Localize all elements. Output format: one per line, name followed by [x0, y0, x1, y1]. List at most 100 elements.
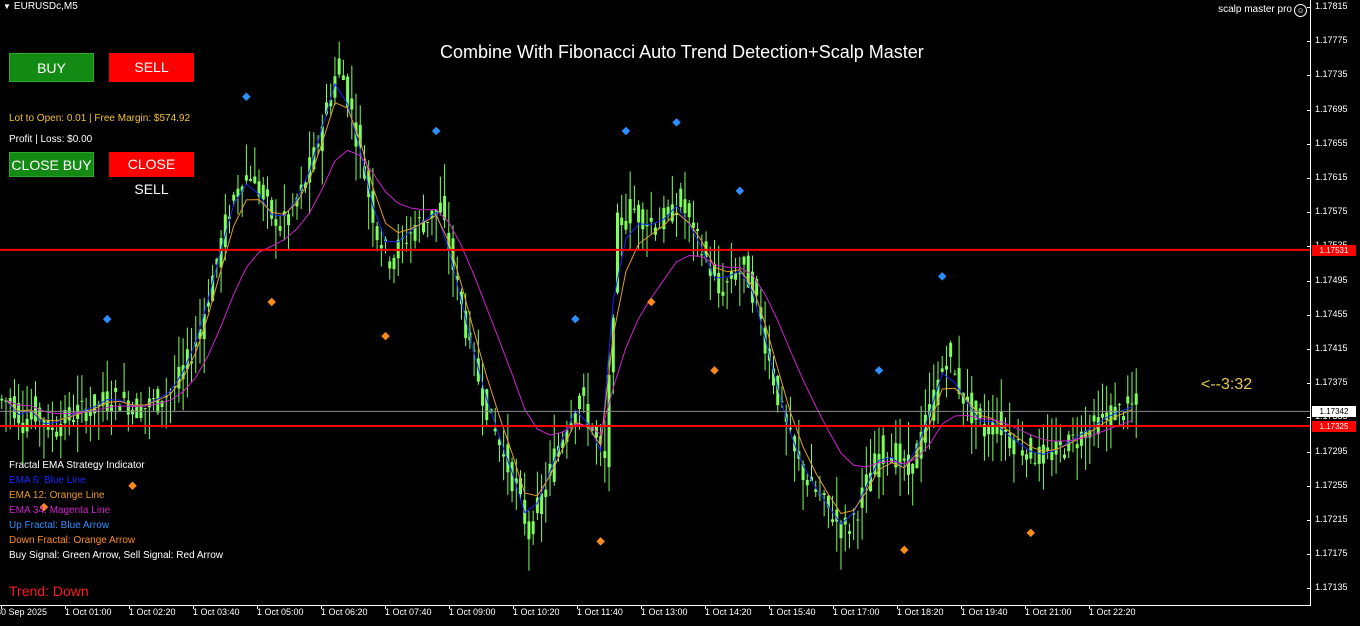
- candle-body: [80, 400, 84, 402]
- candle-body: [628, 199, 632, 224]
- candle-body: [877, 453, 881, 478]
- candle-body: [578, 395, 582, 409]
- time-tick-label: 1 Oct 02:20: [129, 607, 176, 617]
- price-tick-label: 1.17615: [1315, 172, 1348, 182]
- price-tick: [1307, 7, 1311, 8]
- dropdown-triangle-icon[interactable]: ▼: [3, 2, 11, 11]
- candle-body: [822, 493, 826, 495]
- price-tick-label: 1.17375: [1315, 377, 1348, 388]
- time-tick-label: 30 Sep 2025: [0, 607, 48, 617]
- candle-body: [683, 199, 687, 213]
- candle-body: [734, 273, 738, 280]
- candle-body: [582, 387, 586, 396]
- candle-body: [1092, 415, 1096, 422]
- candle-body: [21, 422, 25, 434]
- time-axis[interactable]: 30 Sep 2025 1 Oct 01:00 1 Oct 02:20 1 Oct 0…: [0, 605, 1311, 626]
- candle-body: [244, 175, 248, 181]
- lot-info: Lot to Open: 0.01 | Free Margin: $574.92: [9, 113, 191, 124]
- price-tick: [1307, 314, 1311, 316]
- symbol-text: EURUSDc,M5: [13, 1, 78, 12]
- down-fractal-marker: [596, 537, 605, 546]
- candle-body: [742, 256, 746, 265]
- smiley-icon: ☺: [1294, 4, 1307, 17]
- up-fractal-marker: [102, 314, 112, 324]
- time-tick-label: 1 Oct 22:20: [1089, 607, 1136, 617]
- candle-body: [143, 407, 147, 409]
- candle-body: [544, 489, 548, 498]
- price-tick-label: 1.17255: [1315, 479, 1348, 490]
- candle-body: [379, 244, 383, 249]
- buy-button[interactable]: BUY: [9, 53, 94, 82]
- close-buy-button[interactable]: CLOSE BUY: [9, 152, 94, 177]
- time-tick-label: 1 Oct 21:00: [1025, 607, 1072, 617]
- price-tick: [1307, 417, 1311, 419]
- candle-body: [649, 217, 653, 222]
- candle-body: [687, 203, 691, 218]
- candle-body: [721, 291, 725, 296]
- price-axis[interactable]: 1.17815 1.17775 1.17735 1.17695 1.17655 1.176…: [1307, 0, 1360, 605]
- price-tick: [1307, 451, 1311, 453]
- time-tick-label: 1 Oct 19:40: [961, 607, 1008, 617]
- time-tick-label: 1 Oct 13:00: [641, 607, 688, 617]
- candle-body: [105, 391, 109, 412]
- candle-body: [0, 398, 4, 401]
- candle-body: [1075, 444, 1079, 449]
- legend-down-fractal: Down Fractal: Orange Arrow: [9, 535, 136, 546]
- candle-body: [987, 426, 991, 435]
- down-fractal-marker: [710, 366, 719, 375]
- candle-body: [118, 405, 122, 411]
- price-tick: [1307, 41, 1311, 43]
- candle-body: [76, 404, 80, 420]
- time-tick-label: 1 Oct 18:20: [897, 607, 944, 617]
- up-fractal-marker: [621, 126, 631, 136]
- price-tick-label: 1.17455: [1315, 308, 1348, 319]
- candle-body: [261, 184, 265, 200]
- price-tick: [1307, 246, 1311, 248]
- price-tick: [1307, 520, 1311, 521]
- down-fractal-marker: [267, 297, 276, 307]
- time-tick-label: 1 Oct 14:20: [705, 607, 752, 617]
- profit-info: Profit | Loss: $0.00: [9, 134, 93, 145]
- candle-body: [991, 421, 995, 435]
- candle-body: [1025, 454, 1029, 460]
- candle-body: [114, 387, 118, 392]
- candle-body: [632, 208, 636, 210]
- candle-body: [1050, 452, 1054, 461]
- bid-price-label: 1.17342: [1312, 406, 1356, 418]
- price-tick-label: 1.17695: [1315, 103, 1348, 114]
- candle-body: [274, 219, 278, 226]
- time-tick-label: 1 Oct 09:00: [449, 607, 496, 617]
- legend-ema12: EMA 12: Orange Line: [9, 490, 105, 501]
- candle-body: [249, 179, 253, 181]
- candle-body: [839, 523, 843, 539]
- up-fractal-marker: [431, 126, 441, 136]
- candle-body: [717, 272, 721, 294]
- candle-body: [1029, 438, 1033, 459]
- level-price-label: 1.17531: [1312, 244, 1356, 256]
- close-sell-button[interactable]: CLOSE SELL: [109, 152, 194, 197]
- candle-body: [624, 221, 628, 230]
- candle-body: [1122, 416, 1126, 421]
- price-tick: [1307, 485, 1311, 487]
- candle-body: [898, 443, 902, 465]
- candle-body: [531, 521, 535, 535]
- time-tick-label: 1 Oct 07:40: [385, 607, 432, 617]
- candle-body: [1117, 404, 1121, 406]
- candle-body: [63, 409, 67, 424]
- time-tick-label: 1 Oct 05:00: [257, 607, 304, 617]
- candle-body: [135, 398, 139, 419]
- time-tick-label: 1 Oct 10:20: [513, 607, 560, 617]
- candle-body: [949, 342, 953, 357]
- candle-body: [232, 194, 236, 201]
- sell-button[interactable]: SELL: [109, 53, 194, 82]
- down-fractal-marker: [646, 297, 656, 307]
- candle-body: [55, 431, 59, 437]
- candle-body: [493, 428, 497, 432]
- candle-body: [953, 373, 957, 375]
- indicator-legend: Fractal EMA Strategy Indicator EMA 6: Bl…: [9, 458, 223, 563]
- candle-body: [126, 400, 130, 415]
- price-tick-label: 1.17655: [1315, 137, 1348, 148]
- price-tick: [1307, 178, 1311, 179]
- candle-body: [122, 391, 126, 398]
- candle-body: [502, 454, 506, 457]
